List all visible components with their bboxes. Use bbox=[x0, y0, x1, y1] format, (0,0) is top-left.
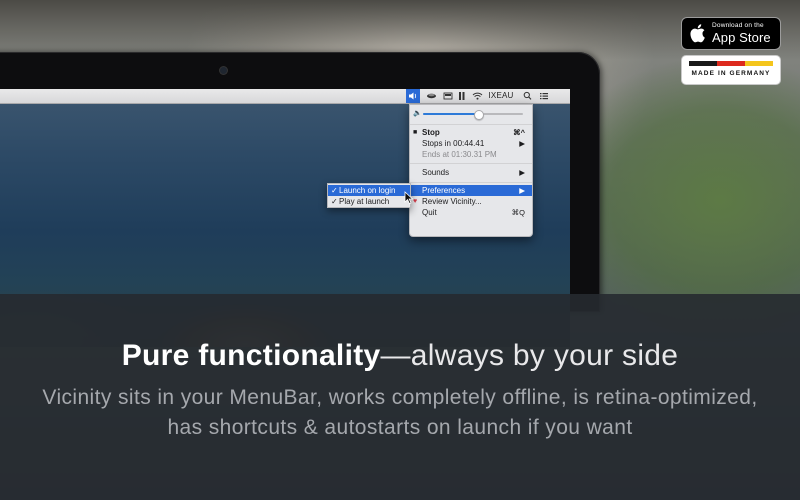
wifi-icon[interactable] bbox=[471, 89, 484, 103]
headline-strong: Pure functionality bbox=[121, 339, 381, 372]
headline-rest: —always by your side bbox=[380, 339, 679, 372]
menu-item-stops-in: Stops in 00:44.41 ▶ bbox=[410, 138, 532, 149]
menu-divider bbox=[410, 124, 532, 125]
search-icon[interactable] bbox=[521, 89, 533, 103]
checkmark-icon: ✓ bbox=[331, 186, 338, 195]
stop-label: Stop bbox=[422, 128, 440, 137]
apple-icon bbox=[690, 24, 705, 43]
preferences-label: Preferences bbox=[422, 186, 466, 195]
quit-shortcut: ⌘Q bbox=[511, 208, 525, 217]
menu-divider bbox=[410, 163, 532, 164]
stops-in-label: Stops in 00:44.41 bbox=[422, 139, 485, 148]
chevron-right-icon: ▶ bbox=[519, 168, 525, 177]
checkmark-icon: ✓ bbox=[331, 197, 338, 206]
chevron-right-icon: ▶ bbox=[519, 139, 525, 148]
vicinity-dropdown-menu: 🔈 ■ Stop ⌘^ Stops in 00:44.41 ▶ Ends at … bbox=[409, 104, 533, 237]
display-icon[interactable] bbox=[441, 89, 454, 103]
chevron-right-icon: ▶ bbox=[519, 186, 525, 195]
subtitle: Vicinity sits in your MenuBar, works com… bbox=[42, 386, 758, 439]
list-icon[interactable] bbox=[538, 89, 550, 103]
launch-on-login-label: Launch on login bbox=[339, 186, 396, 195]
submenu-item-launch-on-login[interactable]: ✓ Launch on login bbox=[328, 185, 410, 196]
menu-item-sounds[interactable]: Sounds ▶ bbox=[410, 167, 532, 178]
play-at-launch-label: Play at launch bbox=[339, 197, 390, 206]
menu-divider bbox=[410, 182, 532, 183]
volume-icon[interactable] bbox=[424, 89, 438, 103]
made-in-germany-text: MADE IN GERMANY bbox=[691, 70, 771, 77]
speaker-small-icon: 🔈 bbox=[413, 110, 422, 117]
menubar-app-name[interactable]: IXEAU bbox=[486, 89, 516, 103]
volume-fill bbox=[423, 113, 478, 115]
camera-icon bbox=[220, 67, 227, 74]
headline: Pure functionality—always by your side bbox=[0, 339, 800, 373]
battery-icon[interactable] bbox=[457, 89, 467, 103]
ends-at-label: Ends at 01:30.31 PM bbox=[422, 150, 497, 159]
preferences-submenu: ✓ Launch on login ✓ Play at launch bbox=[327, 183, 411, 208]
volume-knob[interactable] bbox=[474, 110, 484, 120]
volume-slider[interactable]: 🔈 bbox=[410, 108, 532, 120]
menu-item-quit[interactable]: Quit ⌘Q bbox=[410, 207, 532, 218]
background-shade bbox=[0, 0, 800, 60]
volume-track[interactable] bbox=[423, 110, 523, 120]
menu-item-ends-at: Ends at 01:30.31 PM bbox=[410, 149, 532, 160]
german-flag-stripe bbox=[689, 61, 773, 66]
speaker-icon[interactable] bbox=[406, 89, 420, 103]
review-label: Review Vicinity... bbox=[422, 197, 482, 206]
submenu-item-play-at-launch[interactable]: ✓ Play at launch bbox=[328, 196, 410, 207]
app-store-badge[interactable]: Download on the App Store bbox=[681, 17, 781, 50]
quit-label: Quit bbox=[422, 208, 437, 217]
sounds-label: Sounds bbox=[422, 168, 450, 177]
menubar: IXEAU bbox=[0, 89, 570, 104]
stop-icon: ■ bbox=[413, 129, 418, 136]
mouse-cursor-icon bbox=[404, 191, 414, 205]
menu-item-stop[interactable]: ■ Stop ⌘^ bbox=[410, 127, 532, 138]
menu-item-preferences[interactable]: Preferences ▶ bbox=[410, 185, 532, 196]
app-store-big-text: App Store bbox=[712, 30, 771, 45]
made-in-germany-badge: MADE IN GERMANY bbox=[681, 55, 781, 85]
app-store-small-text: Download on the bbox=[712, 22, 764, 29]
stop-shortcut: ⌘^ bbox=[513, 128, 525, 137]
menu-item-review[interactable]: ♥ Review Vicinity... bbox=[410, 196, 532, 207]
